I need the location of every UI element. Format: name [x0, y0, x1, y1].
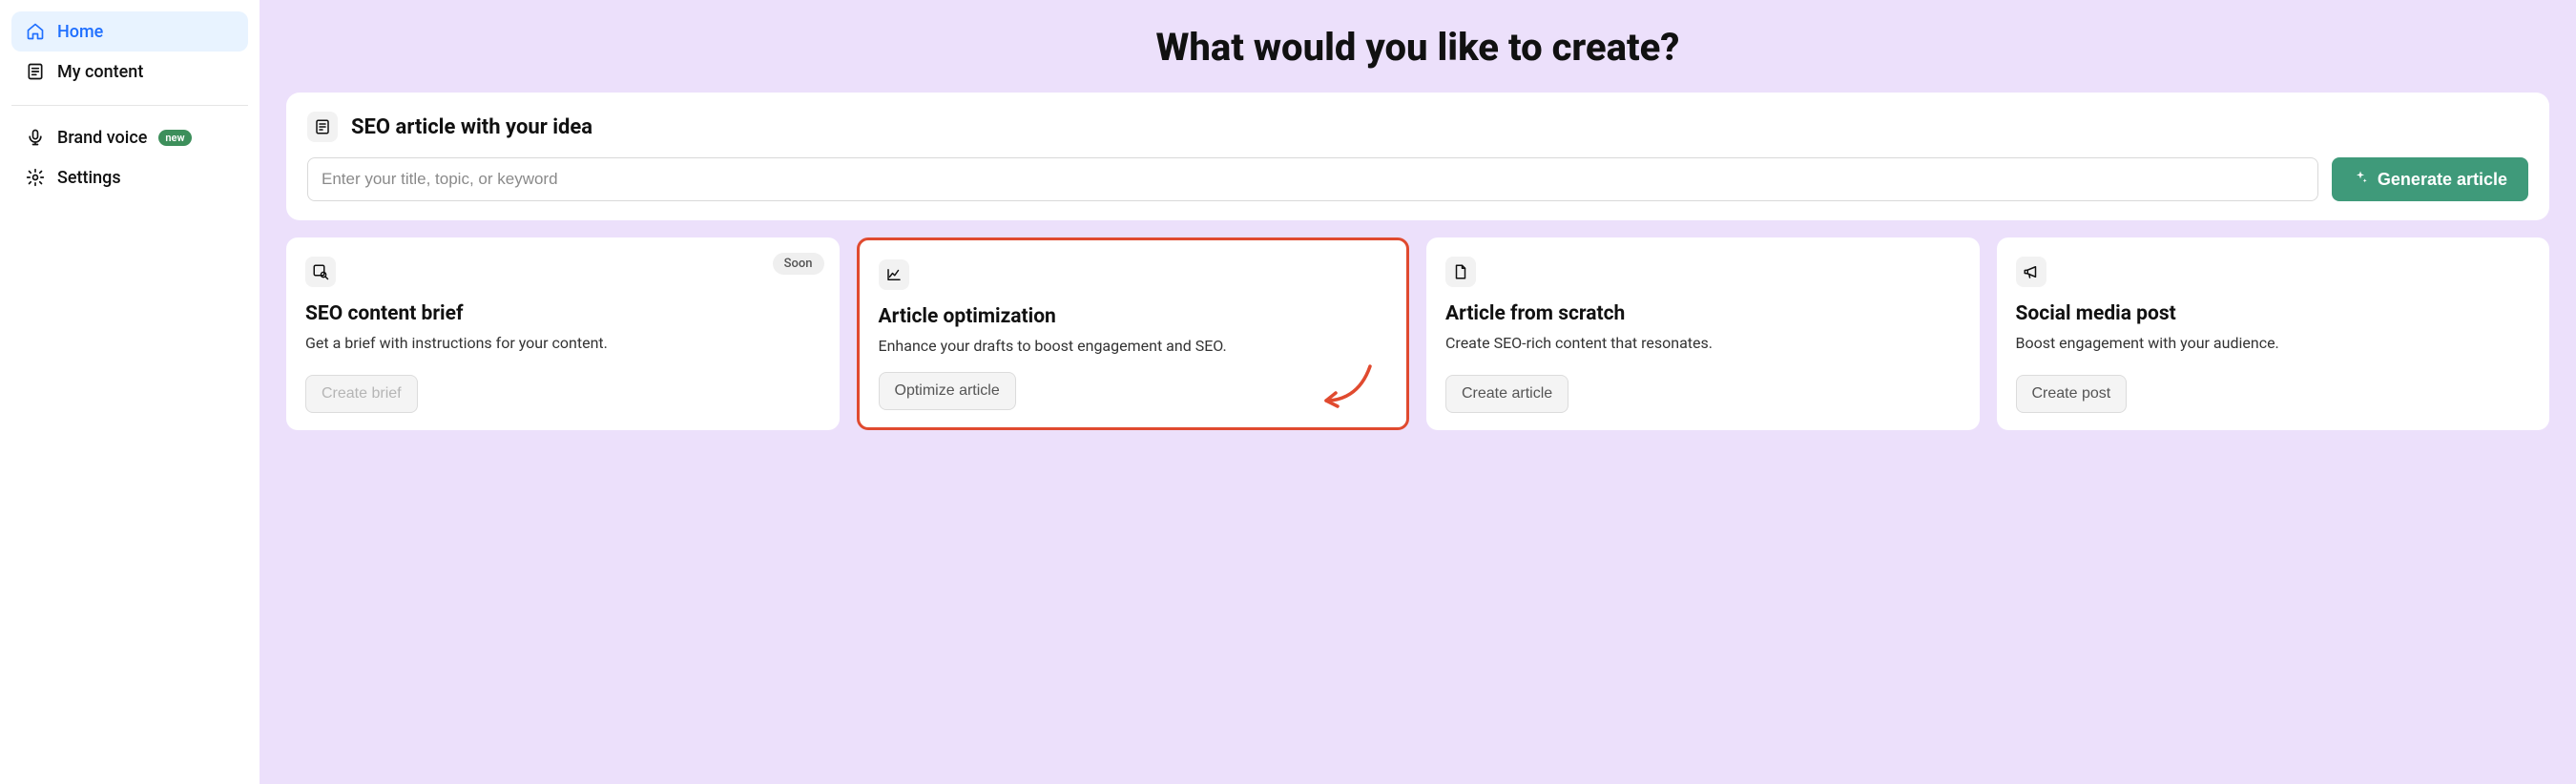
- main-content: What would you like to create? SEO artic…: [260, 0, 2576, 784]
- card-grid: Soon SEO content brief Get a brief with …: [286, 237, 2549, 430]
- file-icon: [1445, 257, 1476, 287]
- create-post-button[interactable]: Create post: [2016, 375, 2128, 413]
- home-icon: [25, 21, 46, 42]
- card-seo-brief: Soon SEO content brief Get a brief with …: [286, 237, 840, 430]
- sidebar-item-label: Brand voice: [57, 128, 147, 148]
- hero-card: SEO article with your idea Generate arti…: [286, 93, 2549, 220]
- page-title: What would you like to create?: [286, 25, 2549, 70]
- annotation-arrow-icon: [1313, 361, 1380, 414]
- card-article-optimization: Article optimization Enhance your drafts…: [857, 237, 1410, 430]
- sidebar-item-my-content[interactable]: My content: [11, 52, 248, 92]
- card-title: Article from scratch: [1445, 302, 1961, 325]
- card-desc: Enhance your drafts to boost engagement …: [879, 336, 1388, 357]
- card-social-post: Social media post Boost engagement with …: [1997, 237, 2550, 430]
- megaphone-icon: [2016, 257, 2046, 287]
- document-list-icon: [25, 61, 46, 82]
- create-article-button[interactable]: Create article: [1445, 375, 1568, 413]
- card-desc: Get a brief with instructions for your c…: [305, 333, 821, 360]
- card-desc: Boost engagement with your audience.: [2016, 333, 2531, 360]
- sidebar: Home My content Brand voice new Settings: [0, 0, 260, 784]
- card-title: Article optimization: [879, 305, 1388, 328]
- generate-button-label: Generate article: [2378, 170, 2507, 190]
- generate-article-button[interactable]: Generate article: [2332, 157, 2528, 201]
- sidebar-item-brand-voice[interactable]: Brand voice new: [11, 117, 248, 157]
- gear-icon: [25, 167, 46, 188]
- sidebar-item-label: Settings: [57, 168, 121, 188]
- card-title: Social media post: [2016, 302, 2531, 325]
- sidebar-item-home[interactable]: Home: [11, 11, 248, 52]
- card-desc: Create SEO-rich content that resonates.: [1445, 333, 1961, 360]
- create-brief-button: Create brief: [305, 375, 418, 413]
- badge-new: new: [158, 130, 191, 146]
- card-title: SEO content brief: [305, 302, 821, 325]
- article-icon: [307, 112, 338, 142]
- sparkle-icon: [2353, 170, 2368, 190]
- sidebar-item-settings[interactable]: Settings: [11, 157, 248, 197]
- sidebar-item-label: My content: [57, 62, 143, 82]
- mic-icon: [25, 127, 46, 148]
- sidebar-divider: [11, 105, 248, 106]
- sidebar-item-label: Home: [57, 22, 103, 42]
- hero-title: SEO article with your idea: [351, 115, 592, 139]
- chart-line-icon: [879, 259, 909, 290]
- topic-input[interactable]: [307, 157, 2318, 201]
- search-doc-icon: [305, 257, 336, 287]
- soon-badge: Soon: [773, 253, 824, 275]
- optimize-article-button[interactable]: Optimize article: [879, 372, 1016, 410]
- card-article-scratch: Article from scratch Create SEO-rich con…: [1426, 237, 1980, 430]
